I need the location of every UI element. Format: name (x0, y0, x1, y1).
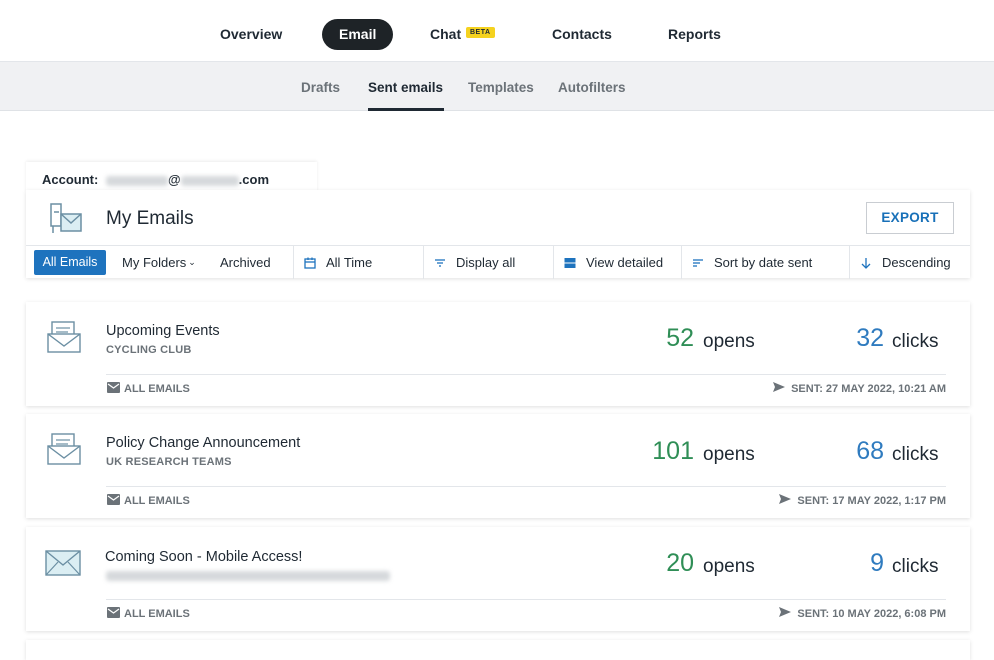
view-mode-selector[interactable]: View detailed (586, 246, 663, 279)
account-domain-redacted (180, 175, 239, 186)
sent-timestamp: SENT: 27 MAY 2022, 10:21 AM (773, 382, 946, 395)
email-folder: ALL EMAILS (107, 607, 190, 621)
account-email-at: @ (167, 172, 181, 187)
envelope-icon (46, 320, 82, 361)
top-navigation: Overview Email Chat BETA Contacts Report… (0, 0, 994, 62)
clicks-count: 9 (870, 549, 884, 577)
opens-label: opens (703, 444, 755, 465)
nav-overview[interactable]: Overview (220, 19, 282, 50)
filter-icon (434, 246, 446, 279)
sent-label: SENT: 17 MAY 2022, 1:17 PM (797, 494, 946, 507)
email-audience: CYCLING CLUB (106, 344, 192, 356)
opens-label: opens (703, 556, 755, 577)
mail-icon (107, 494, 120, 508)
envelope-icon (44, 547, 82, 584)
opens-count: 52 (666, 324, 694, 352)
tab-templates[interactable]: Templates (468, 80, 534, 95)
card-divider (106, 599, 946, 600)
my-folders-label: My Folders (122, 255, 187, 270)
my-emails-panel: My Emails EXPORT All Emails My Folders ⌄ … (26, 190, 970, 279)
email-audience: UK RESEARCH TEAMS (106, 456, 232, 468)
email-folder: ALL EMAILS (107, 382, 190, 396)
sent-timestamp: SENT: 10 MAY 2022, 6:08 PM (779, 607, 946, 620)
folder-label: ALL EMAILS (124, 383, 190, 395)
card-divider (106, 374, 946, 375)
email-card[interactable]: Upcoming Events CYCLING CLUB 52 opens 32… (26, 302, 970, 406)
sent-label: SENT: 27 MAY 2022, 10:21 AM (791, 382, 946, 395)
filter-divider (849, 246, 850, 279)
filter-divider (293, 246, 294, 279)
sent-label: SENT: 10 MAY 2022, 6:08 PM (797, 607, 946, 620)
email-subject[interactable]: Coming Soon - Mobile Access! (105, 549, 302, 565)
tab-drafts[interactable]: Drafts (301, 80, 340, 95)
time-range-filter[interactable]: All Time (326, 246, 372, 279)
filter-divider (423, 246, 424, 279)
send-icon (779, 494, 792, 507)
nav-reports[interactable]: Reports (668, 19, 721, 50)
opens-label: opens (703, 331, 755, 352)
envelope-icon (46, 432, 82, 473)
filter-divider (553, 246, 554, 279)
active-tab-underline (368, 108, 444, 111)
send-icon (773, 382, 786, 395)
clicks-label: clicks (892, 444, 939, 465)
nav-contacts[interactable]: Contacts (552, 19, 612, 50)
all-emails-filter-button[interactable]: All Emails (34, 250, 106, 275)
filter-divider (681, 246, 682, 279)
folder-label: ALL EMAILS (124, 608, 190, 620)
sent-timestamp: SENT: 17 MAY 2022, 1:17 PM (779, 494, 946, 507)
account-tab: Account: @ .com (26, 162, 317, 192)
archived-filter[interactable]: Archived (220, 246, 271, 279)
nav-chat[interactable]: Chat (430, 19, 461, 50)
arrow-down-icon (860, 246, 872, 279)
email-subject[interactable]: Upcoming Events (106, 323, 220, 339)
view-icon (564, 246, 576, 279)
mail-icon (107, 382, 120, 396)
email-card[interactable]: Coming Soon - Mobile Access! 20 opens 9 … (26, 527, 970, 631)
email-subject[interactable]: Policy Change Announcement (106, 435, 300, 451)
clicks-label: clicks (892, 556, 939, 577)
sort-icon (692, 246, 704, 279)
calendar-icon (304, 246, 316, 279)
display-filter[interactable]: Display all (456, 246, 515, 279)
opens-count: 101 (652, 437, 694, 465)
chevron-down-icon: ⌄ (188, 257, 196, 267)
email-folder: ALL EMAILS (107, 494, 190, 508)
my-folders-dropdown[interactable]: My Folders ⌄ (122, 246, 196, 279)
card-divider (106, 486, 946, 487)
tab-sent-emails[interactable]: Sent emails (368, 80, 443, 95)
account-label: Account: (42, 172, 99, 187)
send-icon (779, 607, 792, 620)
folder-label: ALL EMAILS (124, 495, 190, 507)
email-recipients-redacted (106, 571, 390, 581)
sub-navigation: Drafts Sent emails Templates Autofilters (0, 62, 994, 111)
clicks-count: 68 (856, 437, 884, 465)
clicks-count: 32 (856, 324, 884, 352)
mail-icon (107, 607, 120, 621)
account-email-domain: .com (238, 172, 269, 187)
beta-badge: BETA (466, 27, 495, 38)
email-card[interactable]: Policy Change Announcement UK RESEARCH T… (26, 414, 970, 518)
filter-bar: All Emails My Folders ⌄ Archived All Time… (26, 245, 970, 279)
clicks-label: clicks (892, 331, 939, 352)
sort-order-toggle[interactable]: Descending (882, 246, 951, 279)
nav-email[interactable]: Email (322, 19, 394, 50)
account-email-redacted (105, 175, 168, 186)
mailbox-icon (48, 200, 84, 241)
opens-count: 20 (666, 549, 694, 577)
email-card-partial[interactable] (26, 640, 970, 660)
page-title: My Emails (106, 208, 194, 229)
tab-autofilters[interactable]: Autofilters (558, 80, 626, 95)
export-button[interactable]: EXPORT (866, 202, 954, 234)
sort-selector[interactable]: Sort by date sent (714, 246, 812, 279)
